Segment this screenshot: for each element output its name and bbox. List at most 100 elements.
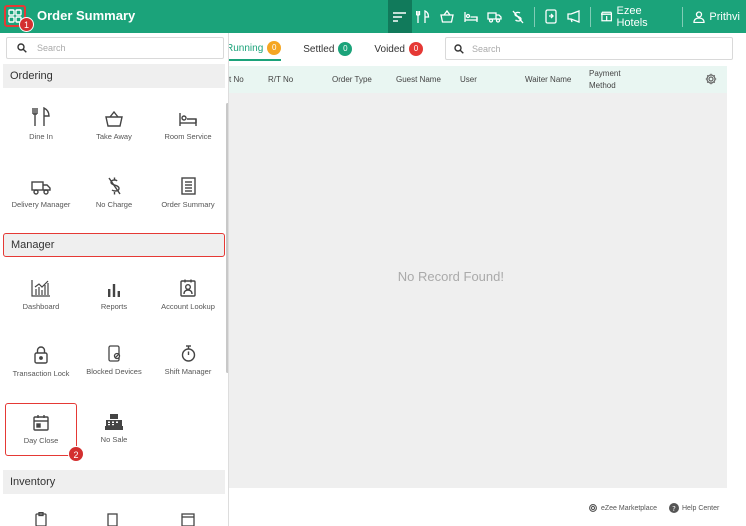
order-search-input[interactable]: Search: [445, 37, 733, 60]
user-menu[interactable]: Prithvi: [687, 11, 746, 23]
delivery-button[interactable]: [483, 0, 507, 33]
blocked-device-icon: [545, 9, 557, 24]
sidebar-scrollbar[interactable]: [226, 103, 228, 373]
filter-button[interactable]: [388, 0, 412, 33]
count-badge: 0: [409, 42, 423, 56]
menu-item-label: Day Close: [23, 436, 59, 445]
menu-item-order-summary[interactable]: Order Summary: [151, 173, 225, 211]
clipboard-icon: [35, 512, 47, 526]
tab-running[interactable]: Running 0: [226, 41, 282, 61]
menu-item-take-away[interactable]: Take Away: [77, 105, 151, 143]
help-center-link[interactable]: ? Help Center: [669, 503, 719, 513]
inventory-item-partial[interactable]: [35, 512, 49, 526]
list-icon: [181, 513, 195, 526]
calendar-icon: [33, 415, 49, 431]
toolbar-divider: [682, 6, 684, 27]
toolbar-divider: [590, 6, 592, 27]
menu-item-label: No Sale: [100, 435, 128, 444]
main-panel: Running 0 Settled 0 Voided 0 Search t No…: [226, 33, 746, 526]
user-icon: [693, 10, 706, 23]
tab-label: Voided: [374, 43, 405, 55]
menu-item-label: Account Lookup: [161, 302, 215, 311]
bar-chart-icon: [108, 284, 120, 297]
menu-item-label: Dashboard: [22, 302, 60, 311]
menu-item-label: Take Away: [96, 132, 132, 141]
count-badge: 0: [338, 42, 353, 56]
column-header[interactable]: Waiter Name: [525, 75, 571, 84]
empty-state-message: No Record Found!: [397, 269, 504, 284]
truck-icon: [487, 11, 502, 23]
menu-item-transaction-lock[interactable]: Transaction Lock: [4, 342, 78, 380]
tab-label: Running: [226, 42, 264, 54]
column-header[interactable]: Payment Method: [589, 68, 629, 92]
blocked-device-button[interactable]: [539, 0, 563, 33]
marketplace-label: eZee Marketplace: [601, 504, 658, 512]
user-name: Prithvi: [709, 10, 740, 23]
menu-item-reports[interactable]: Reports: [77, 275, 151, 313]
dine-in-icon: [416, 9, 430, 23]
lock-icon: [34, 346, 48, 364]
help-label: Help Center: [682, 504, 720, 512]
tab-voided[interactable]: Voided 0: [374, 42, 423, 56]
table-settings-button[interactable]: [705, 73, 717, 85]
announcement-button[interactable]: [563, 0, 587, 33]
no-charge-icon: [107, 177, 121, 195]
hotel-selector[interactable]: Ezee Hotels: [595, 5, 678, 29]
column-header[interactable]: User: [460, 75, 477, 84]
tab-settled[interactable]: Settled 0: [303, 42, 353, 56]
menu-item-label: Shift Manager: [164, 367, 212, 376]
menu-item-day-close[interactable]: Day Close: [5, 403, 77, 456]
dine-in-button[interactable]: [412, 0, 436, 33]
menu-item-dashboard[interactable]: Dashboard: [4, 275, 78, 313]
gear-icon: [705, 73, 717, 85]
marketplace-link[interactable]: eZee Marketplace: [588, 503, 657, 513]
menu-item-label: Room Service: [164, 132, 212, 141]
hotel-name: Ezee Hotels: [616, 4, 648, 29]
section-inventory: Inventory: [3, 470, 225, 494]
basket-icon: [440, 10, 454, 23]
menu-item-label: Blocked Devices: [86, 367, 142, 376]
account-icon: [180, 279, 196, 297]
inventory-item-partial[interactable]: [181, 513, 195, 526]
dine-in-icon: [32, 107, 50, 126]
truck-icon: [31, 181, 51, 195]
take-away-button[interactable]: [435, 0, 459, 33]
column-header[interactable]: R/T No: [268, 75, 293, 84]
step-callout-2: 2: [68, 446, 84, 462]
menu-search-input[interactable]: Search: [6, 37, 224, 59]
toolbar-divider: [533, 6, 535, 27]
menu-item-shift-manager[interactable]: Shift Manager: [151, 340, 225, 378]
hotel-icon: [601, 11, 613, 22]
menu-item-no-sale[interactable]: No Sale: [77, 408, 151, 446]
inventory-item-partial[interactable]: [107, 513, 119, 526]
column-header[interactable]: t No: [229, 75, 244, 84]
menu-item-room-service[interactable]: Room Service: [151, 105, 225, 143]
menu-item-delivery-manager[interactable]: Delivery Manager: [4, 173, 78, 211]
app-menu-sidebar: Search Ordering Dine In Take Away Room S…: [0, 33, 229, 526]
column-header[interactable]: Guest Name: [396, 75, 441, 84]
top-toolbar: Ezee Hotels Prithvi: [388, 0, 746, 33]
bed-icon: [464, 11, 478, 22]
menu-item-no-charge[interactable]: No Charge: [77, 173, 151, 211]
no-charge-button[interactable]: [506, 0, 530, 33]
column-header[interactable]: Order Type: [332, 75, 372, 84]
menu-item-account-lookup[interactable]: Account Lookup: [151, 275, 225, 313]
top-bar: 1 Order Summary Ezee Hotels Prithvi: [0, 0, 746, 33]
stopwatch-icon: [181, 345, 195, 362]
basket-icon: [105, 111, 123, 127]
menu-item-label: Transaction Lock: [12, 369, 70, 378]
cash-register-icon: [105, 414, 123, 430]
footer: eZee Marketplace ? Help Center: [229, 501, 746, 526]
bed-icon: [179, 113, 197, 126]
room-service-button[interactable]: [459, 0, 483, 33]
dashboard-icon: [31, 280, 50, 297]
search-icon: [17, 43, 27, 53]
menu-item-dine-in[interactable]: Dine In: [4, 105, 78, 143]
table-body: No Record Found!: [229, 93, 727, 488]
order-status-tabs: Running 0 Settled 0 Voided 0: [226, 37, 445, 61]
section-ordering: Ordering: [3, 64, 225, 88]
menu-item-label: Order Summary: [161, 200, 215, 209]
announcement-icon: [567, 10, 580, 23]
receipt-icon: [180, 177, 196, 195]
menu-item-blocked-devices[interactable]: Blocked Devices: [77, 340, 151, 378]
